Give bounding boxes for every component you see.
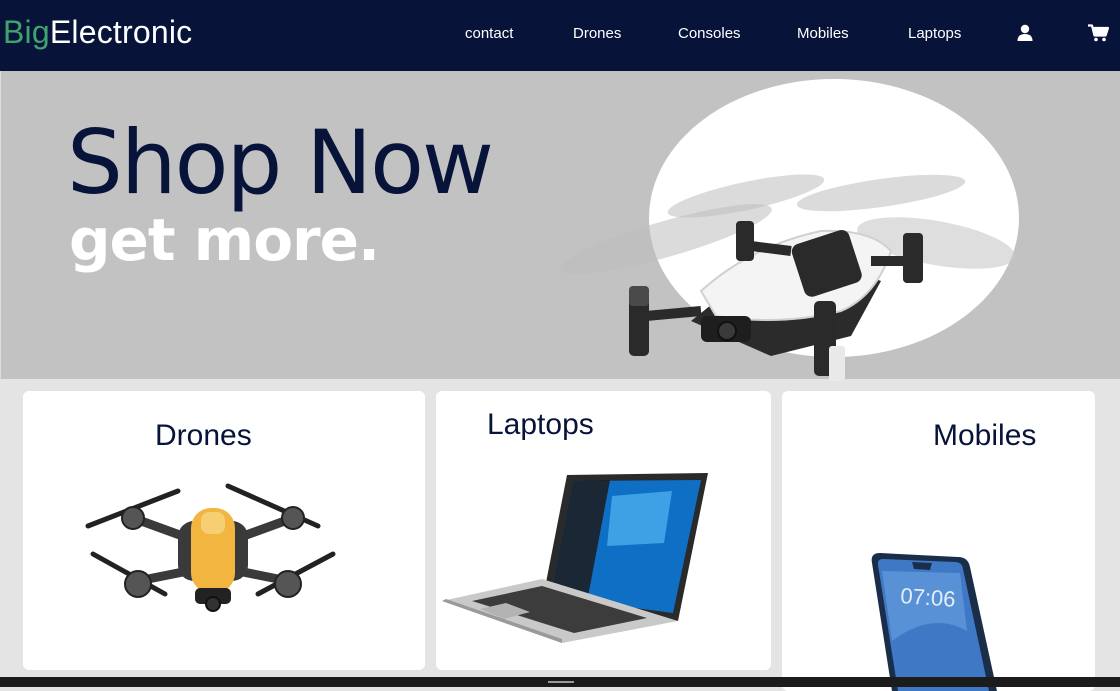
- user-icon[interactable]: [1017, 24, 1033, 46]
- category-card-drones[interactable]: Drones: [23, 391, 425, 670]
- nav-mobiles[interactable]: Mobiles: [797, 25, 849, 42]
- scroll-handle[interactable]: [548, 681, 574, 683]
- card-title-mobiles: Mobiles: [933, 419, 1037, 452]
- cart-icon[interactable]: [1088, 24, 1110, 46]
- brand-logo[interactable]: BigElectronic: [3, 14, 192, 51]
- brand-electronic: Electronic: [49, 14, 193, 50]
- card-title-drones: Drones: [155, 419, 252, 452]
- nav-consoles[interactable]: Consoles: [678, 25, 741, 42]
- card-title-laptops: Laptops: [487, 408, 594, 441]
- drone-image: [85, 483, 336, 612]
- laptop-image: [442, 473, 708, 643]
- phone-image: 07:06: [871, 553, 997, 691]
- nav-drones[interactable]: Drones: [573, 25, 621, 42]
- hero-banner: Shop Now get more.: [0, 71, 1120, 381]
- nav-contact[interactable]: contact: [465, 25, 513, 42]
- category-card-mobiles[interactable]: Mobiles 07:06: [782, 391, 1095, 691]
- brand-big: Big: [3, 14, 50, 50]
- svg-text:07:06: 07:06: [900, 583, 957, 612]
- bottom-scroll-strip: [0, 677, 1120, 687]
- hero-title: Shop Now: [67, 111, 494, 214]
- category-card-laptops[interactable]: Laptops: [436, 391, 771, 670]
- hero-drone-image: [560, 174, 1015, 381]
- navbar: BigElectronic contact Drones Consoles Mo…: [0, 0, 1120, 71]
- nav-laptops[interactable]: Laptops: [908, 25, 961, 42]
- hero-subtitle: get more.: [69, 206, 380, 274]
